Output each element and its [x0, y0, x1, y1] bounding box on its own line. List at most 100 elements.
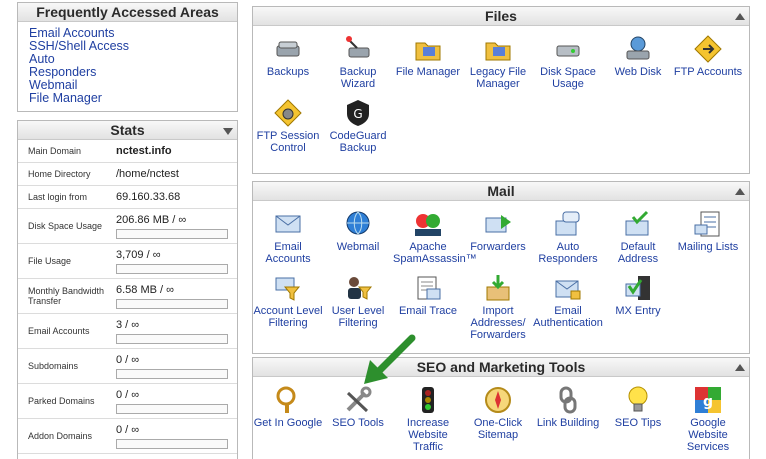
tile-one-click-sitemap[interactable]: One-Click Sitemap — [463, 385, 533, 453]
compass-icon — [483, 385, 513, 415]
tile-file-manager[interactable]: File Manager — [393, 34, 463, 90]
stat-label: Parked Domains — [28, 396, 95, 406]
folder-icon — [483, 34, 513, 64]
stat-label: Disk Space Usage — [28, 221, 103, 231]
stat-home-directory: Home Directory /home/nctest — [18, 163, 237, 186]
mailing-list-icon — [693, 209, 723, 239]
google-icon: g — [693, 385, 723, 415]
panel-title: Files — [253, 7, 749, 26]
tile-account-level-filtering[interactable]: Account Level Filtering — [253, 273, 323, 341]
link-ssh-shell-access[interactable]: SSH/Shell Access — [29, 40, 226, 53]
stat-addon-domains: Addon Domains 0 / ∞ — [18, 419, 237, 454]
tile-email-accounts[interactable]: Email Accounts — [253, 209, 323, 265]
tile-label: SEO Tips — [614, 417, 662, 429]
tile-google-website-services[interactable]: g Google Website Services — [673, 385, 743, 453]
tile-import-addresses-forwarders[interactable]: Import Addresses/ Forwarders — [463, 273, 533, 341]
tile-apache-spamassassin[interactable]: Apache SpamAssassin™ — [393, 209, 477, 265]
trace-icon — [413, 273, 443, 303]
usage-bar — [116, 368, 228, 379]
tile-auto-responders[interactable]: Auto Responders — [533, 209, 603, 265]
envelope-icon — [273, 209, 303, 239]
tile-label: Increase Website Traffic — [406, 417, 450, 453]
stat-value: /home/nctest — [116, 168, 179, 180]
tile-label: FTP Session Control — [256, 130, 320, 154]
stats-title: Stats — [110, 122, 145, 138]
svg-text:g: g — [703, 394, 713, 410]
tile-codeguard-backup[interactable]: G CodeGuard Backup — [323, 98, 393, 154]
stat-label: Addon Domains — [28, 431, 93, 441]
tile-label: Link Building — [536, 417, 600, 429]
link-file-manager[interactable]: File Manager — [29, 92, 226, 105]
tile-label: Import Addresses/ Forwarders — [470, 305, 526, 341]
stat-label: Home Directory — [28, 169, 91, 179]
folder-icon — [413, 34, 443, 64]
tile-label: Apache SpamAssassin™ — [393, 241, 477, 265]
files-grid: Backups Backup Wizard File Manager Legacy F… — [253, 26, 749, 162]
tools-icon — [343, 385, 373, 415]
stat-value: 3,709 / ∞ — [116, 248, 161, 261]
tile-disk-space-usage[interactable]: Disk Space Usage — [533, 34, 603, 90]
tile-mx-entry[interactable]: MX Entry — [603, 273, 673, 341]
tile-label: Disk Space Usage — [540, 66, 596, 90]
tile-seo-tools[interactable]: SEO Tools — [323, 385, 393, 453]
collapse-icon[interactable] — [735, 13, 745, 20]
panel-title: Stats — [18, 121, 237, 140]
traffic-light-icon — [413, 385, 443, 415]
tile-email-trace[interactable]: Email Trace — [393, 273, 463, 341]
frequently-accessed-panel: Frequently Accessed Areas Email Accounts… — [17, 2, 238, 112]
tile-label: CodeGuard Backup — [329, 130, 387, 154]
tile-label: MX Entry — [615, 305, 661, 317]
tile-web-disk[interactable]: Web Disk — [603, 34, 673, 90]
tile-ftp-accounts[interactable]: FTP Accounts — [673, 34, 743, 90]
tile-default-address[interactable]: Default Address — [603, 209, 673, 265]
lightbulb-icon — [623, 385, 653, 415]
tile-email-authentication[interactable]: Email Authentication — [533, 273, 603, 341]
stat-disk-space: Disk Space Usage 206.86 MB / ∞ — [18, 209, 237, 244]
tile-label: Account Level Filtering — [253, 305, 323, 329]
stats-panel: Stats Main Domain nctest.info Home Direc… — [17, 120, 238, 459]
tile-user-level-filtering[interactable]: User Level Filtering — [323, 273, 393, 341]
stat-label: Main Domain — [28, 146, 82, 156]
tile-mailing-lists[interactable]: Mailing Lists — [673, 209, 743, 265]
tile-label: Legacy File Manager — [469, 66, 527, 90]
stat-value: 3 / ∞ — [116, 318, 140, 331]
tile-backup-wizard[interactable]: Backup Wizard — [323, 34, 393, 90]
collapse-icon[interactable] — [735, 188, 745, 195]
tile-webmail[interactable]: Webmail — [323, 209, 393, 265]
tile-increase-website-traffic[interactable]: Increase Website Traffic — [393, 385, 463, 453]
mail-panel: Mail Email Accounts Webmail Apache SpamAss… — [252, 181, 750, 354]
tile-forwarders[interactable]: Forwarders — [463, 209, 533, 265]
mail-grid: Email Accounts Webmail Apache SpamAssassin… — [253, 201, 749, 349]
seo-title: SEO and Marketing Tools — [416, 359, 586, 375]
seo-panel: SEO and Marketing Tools Get In Google SEO… — [252, 357, 750, 459]
tile-backups[interactable]: Backups — [253, 34, 323, 90]
panel-title: SEO and Marketing Tools — [253, 358, 749, 377]
tile-label: Default Address — [617, 241, 659, 265]
auth-icon — [553, 273, 583, 303]
tile-label: Google Website Services — [686, 417, 730, 453]
disk-icon — [553, 34, 583, 64]
stat-label: File Usage — [28, 256, 72, 266]
tile-seo-tips[interactable]: SEO Tips — [603, 385, 673, 453]
panel-title: Frequently Accessed Areas — [18, 3, 237, 22]
collapse-icon[interactable] — [223, 128, 233, 135]
stat-label: Email Accounts — [28, 326, 90, 336]
collapse-icon[interactable] — [735, 364, 745, 371]
codeguard-icon: G — [343, 98, 373, 128]
tile-label: FTP Accounts — [673, 66, 743, 78]
seo-grid: Get In Google SEO Tools Increase Website T… — [253, 377, 749, 459]
panel-title: Mail — [253, 182, 749, 201]
tile-get-in-google[interactable]: Get In Google — [253, 385, 323, 453]
stat-value: 0 / ∞ — [116, 353, 140, 366]
tile-link-building[interactable]: Link Building — [533, 385, 603, 453]
forward-mail-icon — [483, 209, 513, 239]
stat-last-login: Last login from 69.160.33.68 — [18, 186, 237, 209]
stat-value: 6.58 MB / ∞ — [116, 283, 174, 296]
tile-label: Email Accounts — [265, 241, 311, 265]
import-icon — [483, 273, 513, 303]
mail-title: Mail — [487, 183, 515, 199]
usage-bar — [116, 228, 228, 239]
stat-file-usage: File Usage 3,709 / ∞ — [18, 244, 237, 279]
tile-legacy-file-manager[interactable]: Legacy File Manager — [463, 34, 533, 90]
tile-ftp-session-control[interactable]: FTP Session Control — [253, 98, 323, 154]
